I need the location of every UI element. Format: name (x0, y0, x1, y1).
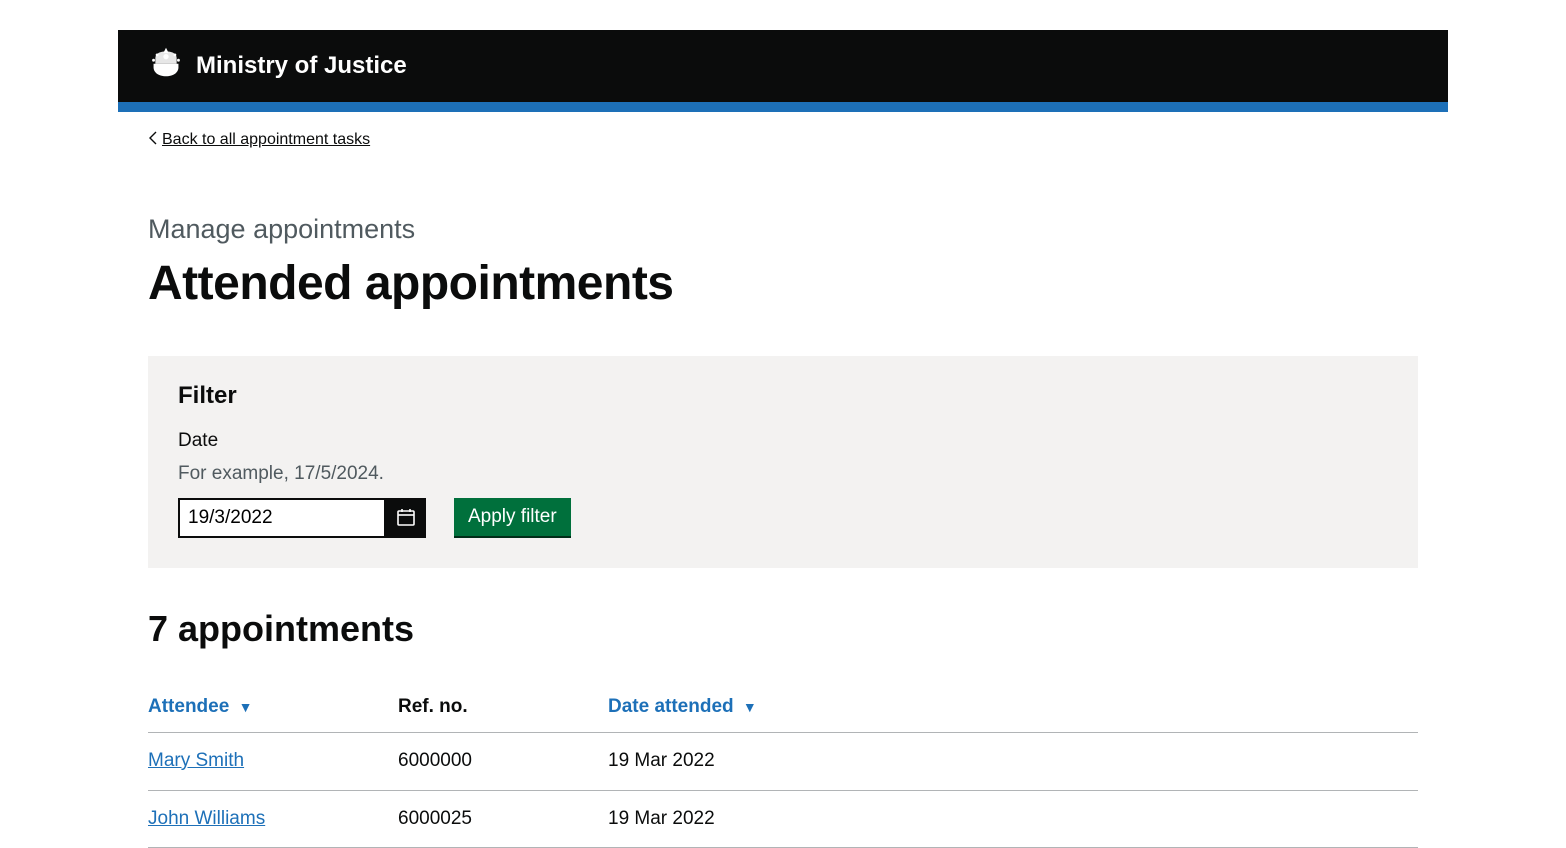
back-link[interactable]: Back to all appointment tasks (162, 130, 370, 151)
filter-panel: Filter Date For example, 17/5/2024. (148, 356, 1418, 569)
sort-arrow-icon: ▼ (743, 699, 757, 715)
attendee-link[interactable]: Mary Smith (148, 750, 244, 771)
sort-attendee[interactable]: Attendee ▼ (148, 696, 252, 717)
table-row: John Williams 6000025 19 Mar 2022 (148, 790, 1418, 848)
date-cell: 19 Mar 2022 (608, 790, 1418, 848)
page-caption: Manage appointments (148, 212, 1418, 247)
org-name: Ministry of Justice (196, 50, 407, 81)
attendee-link[interactable]: John Williams (148, 808, 265, 829)
col-attendee-label: Attendee (148, 696, 229, 717)
col-date-label: Date attended (608, 696, 734, 717)
table-row: Mary Smith 6000000 19 Mar 2022 (148, 732, 1418, 790)
apply-filter-button[interactable]: Apply filter (454, 498, 571, 538)
results-heading: 7 appointments (148, 606, 1418, 653)
site-header: Ministry of Justice (118, 30, 1448, 102)
chevron-left-icon (148, 128, 158, 153)
ref-cell: 6000000 (398, 732, 608, 790)
sort-arrow-icon: ▼ (239, 699, 253, 715)
crest-icon (148, 46, 196, 86)
date-hint: For example, 17/5/2024. (178, 462, 1388, 487)
date-cell: 19 Mar 2022 (608, 732, 1418, 790)
sort-date[interactable]: Date attended ▼ (608, 696, 757, 717)
appointments-table: Attendee ▼ Ref. no. Date attended ▼ (148, 683, 1418, 848)
page-title: Attended appointments (148, 253, 1418, 315)
calendar-button[interactable] (386, 498, 426, 538)
col-ref-label: Ref. no. (398, 696, 468, 717)
ref-cell: 6000025 (398, 790, 608, 848)
filter-heading: Filter (178, 380, 1388, 411)
header-accent-strip (118, 102, 1448, 112)
calendar-icon (396, 507, 416, 530)
date-input[interactable] (178, 498, 386, 538)
date-label: Date (178, 429, 1388, 454)
